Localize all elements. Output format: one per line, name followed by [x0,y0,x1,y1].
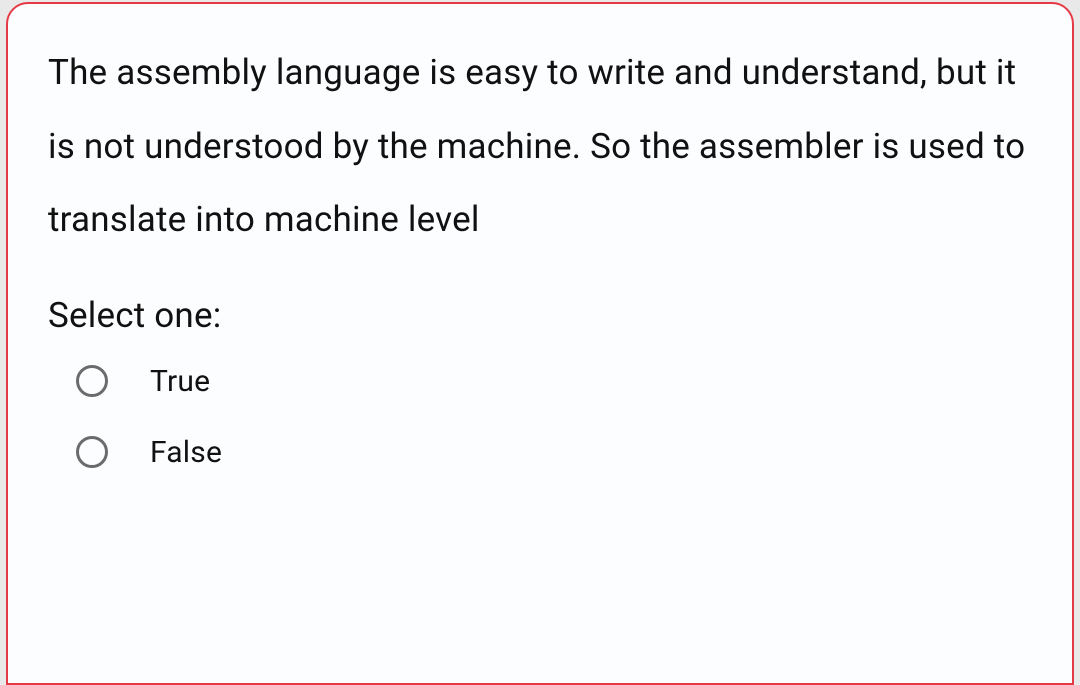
select-one-prompt: Select one: [48,295,1032,336]
option-label: True [150,364,210,399]
option-label: False [150,435,222,470]
question-text: The assembly language is easy to write a… [48,36,1032,257]
options-group: True False [48,364,1032,470]
question-card: The assembly language is easy to write a… [6,2,1074,685]
radio-icon[interactable] [76,436,108,468]
option-false[interactable]: False [76,435,1032,470]
radio-icon[interactable] [76,365,108,397]
option-true[interactable]: True [76,364,1032,399]
